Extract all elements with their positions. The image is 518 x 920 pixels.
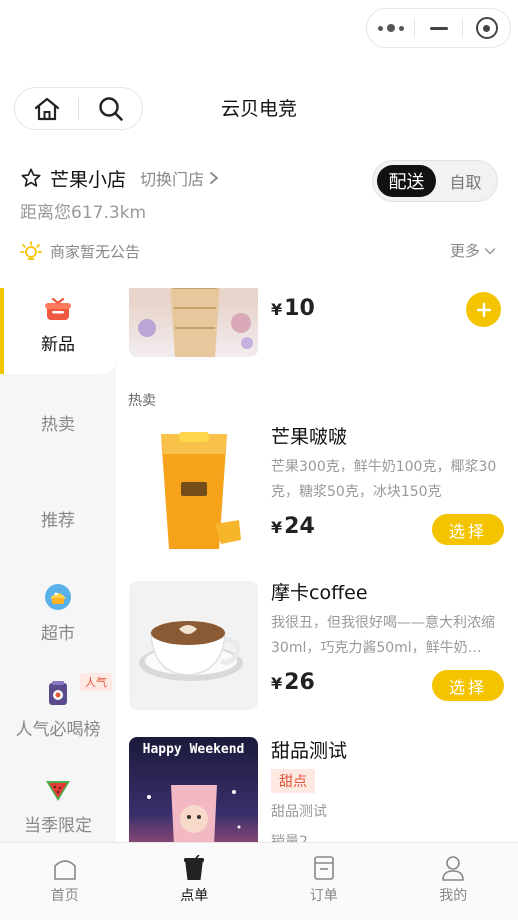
category-popular[interactable]: 人气 人气必喝榜 — [0, 673, 116, 755]
user-icon — [442, 856, 465, 881]
tab-label: 我的 — [439, 888, 468, 904]
star-outline-icon[interactable] — [20, 167, 42, 189]
mango-drink-illustration — [161, 432, 241, 549]
more-button[interactable]: 更多 — [450, 240, 496, 261]
currency-symbol: ¥ — [271, 518, 283, 537]
menu-item[interactable]: 芒果啵啵 芒果300克，鲜牛奶100克，椰浆30克，糖浆50克，冰块150克 ¥… — [116, 420, 518, 560]
switch-store-link[interactable]: 切换门店 — [140, 166, 220, 190]
product-image — [129, 424, 258, 553]
sun-bulb-icon — [20, 241, 42, 260]
minimize-button[interactable] — [415, 9, 462, 47]
tab-orders[interactable]: 订单 — [259, 843, 389, 920]
product-price: ¥26 — [271, 670, 315, 695]
tab-label: 点单 — [180, 888, 209, 904]
add-to-cart-button[interactable] — [466, 292, 501, 327]
tab-home[interactable]: 首页 — [0, 843, 130, 920]
select-button[interactable]: 选择 — [432, 514, 504, 545]
category-recommend[interactable]: 推荐 — [0, 470, 116, 566]
chevron-down-icon — [484, 247, 496, 255]
home-icon — [53, 860, 76, 880]
category-label: 热卖 — [41, 414, 75, 435]
price-value: 26 — [284, 670, 315, 695]
pickup-option[interactable]: 自取 — [436, 165, 495, 197]
more-dots-icon — [377, 24, 404, 32]
cup-icon — [49, 681, 67, 705]
active-indicator — [0, 288, 4, 374]
gift-box-icon — [45, 297, 71, 320]
tab-order[interactable]: 点单 — [130, 843, 260, 920]
page: 云贝电竞 芒果小店 切换门店 距离您617.3km 配送 自取 商家暂无公告 更… — [0, 0, 518, 920]
product-name: 摩卡coffee — [271, 582, 368, 604]
product-image: Happy Weekend — [129, 737, 258, 842]
category-label: 当季限定 — [24, 816, 92, 836]
page-title: 云贝电竞 — [220, 98, 297, 120]
chevron-right-icon — [210, 172, 219, 184]
store-row: 芒果小店 切换门店 — [20, 164, 220, 192]
product-name: 甜品测试 — [271, 740, 348, 762]
close-miniprogram-button[interactable] — [463, 9, 510, 47]
price-value: 10 — [284, 296, 315, 321]
menu-item[interactable]: 摩卡coffee 我很丑，但我很好喝——意大利浓缩30ml，巧克力酱50ml，鲜… — [116, 578, 518, 718]
dessert-drink-illustration — [147, 785, 241, 842]
milk-tea-illustration — [138, 288, 253, 357]
tab-profile[interactable]: 我的 — [389, 843, 518, 920]
select-button[interactable]: 选择 — [432, 670, 504, 701]
miniprogram-capsule — [366, 8, 511, 48]
target-close-icon — [475, 17, 498, 39]
category-seasonal[interactable]: 当季限定 — [0, 775, 116, 842]
currency-symbol: ¥ — [271, 300, 283, 319]
delivery-option[interactable]: 配送 — [377, 165, 436, 197]
menu-list: ¥10 热卖 芒果啵啵 芒果300克，鲜牛奶100克，椰浆30克，糖浆50克，冰… — [116, 288, 518, 842]
product-desc: 我很丑，但我很好喝——意大利浓缩30ml，巧克力酱50ml，鲜牛奶… — [271, 615, 495, 656]
watermelon-icon — [46, 781, 70, 801]
product-desc: 甜品测试 — [271, 804, 327, 820]
menu-item[interactable]: Happy Weekend 甜品测试 甜点 甜品测试 销量2 — [116, 736, 518, 842]
category-sidebar: 新品 热卖 推荐 超市 人气 人气必喝榜 当季限定 — [0, 288, 116, 842]
more-options-button[interactable] — [367, 9, 414, 47]
category-label: 新品 — [41, 335, 75, 355]
announcement-text: 商家暂无公告 — [50, 242, 141, 261]
supermarket-icon — [45, 584, 71, 610]
product-name: 芒果啵啵 — [271, 426, 348, 448]
coffee-cup-illustration — [139, 621, 243, 681]
category-label: 推荐 — [41, 510, 75, 531]
product-tag: 甜点 — [271, 769, 315, 793]
section-title-hot: 热卖 — [128, 393, 156, 409]
drink-cup-icon — [184, 855, 205, 880]
store-distance: 距离您617.3km — [20, 203, 147, 223]
switch-store-label: 切换门店 — [140, 170, 205, 189]
minimize-icon — [429, 26, 448, 30]
currency-symbol: ¥ — [271, 674, 283, 693]
store-name: 芒果小店 — [50, 168, 127, 191]
category-new[interactable]: 新品 — [0, 288, 116, 374]
product-info: 芒果啵啵 芒果300克，鲜牛奶100克，椰浆30克，糖浆50克，冰块150克 — [271, 422, 506, 505]
category-label: 人气必喝榜 — [15, 720, 101, 740]
delivery-mode-toggle: 配送 自取 — [372, 160, 498, 202]
category-hot[interactable]: 热卖 — [0, 374, 116, 470]
announcement-bar: 商家暂无公告 — [20, 238, 140, 264]
price-value: 24 — [284, 514, 315, 539]
menu-item[interactable]: ¥10 — [116, 288, 518, 360]
category-label: 超市 — [41, 624, 75, 644]
product-image — [129, 581, 258, 710]
product-image — [129, 288, 258, 357]
more-label: 更多 — [449, 242, 480, 260]
popular-badge: 人气 — [80, 673, 112, 691]
plus-icon — [476, 302, 491, 317]
product-desc: 芒果300克，鲜牛奶100克，椰浆30克，糖浆50克，冰块150克 — [271, 459, 497, 500]
product-info: 摩卡coffee 我很丑，但我很好喝——意大利浓缩30ml，巧克力酱50ml，鲜… — [271, 578, 506, 661]
order-icon — [313, 856, 334, 880]
product-sales: 销量2 — [271, 834, 308, 842]
product-info: 甜品测试 甜点 甜品测试 销量2 — [271, 736, 506, 842]
product-price: ¥24 — [271, 514, 315, 539]
bottom-tabbar: 首页 点单 订单 我的 — [0, 842, 518, 920]
category-supermarket[interactable]: 超市 — [0, 583, 116, 659]
tab-label: 首页 — [50, 888, 79, 904]
tab-label: 订单 — [309, 888, 338, 904]
product-price: ¥10 — [271, 296, 315, 321]
